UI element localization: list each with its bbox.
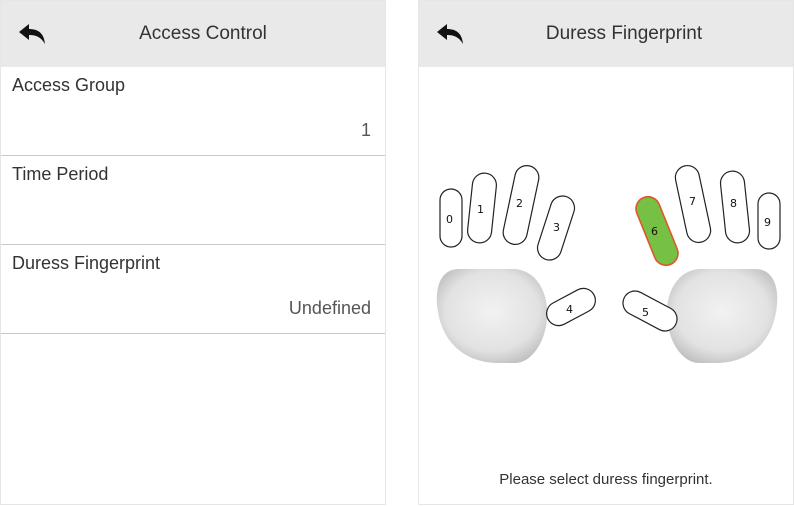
left-palm — [436, 269, 548, 363]
menu-item-value: Undefined — [288, 298, 371, 318]
hands-diagram: 0 1 2 3 4 5 6 7 8 9 — [436, 163, 781, 363]
finger-label: 6 — [651, 225, 658, 238]
menu-item-time-period[interactable]: Time Period — [1, 156, 385, 245]
finger-4[interactable]: 4 — [542, 284, 599, 330]
finger-label: 7 — [689, 195, 696, 208]
page-title: Duress Fingerprint — [545, 23, 703, 44]
back-button[interactable] — [435, 21, 465, 47]
finger-label: 3 — [553, 221, 560, 234]
duress-fingerprint-screen: 0 1 2 3 4 5 6 7 8 9 Duress Fingerprint P… — [418, 0, 794, 505]
access-control-screen: Access Control Access Group 1 Time Perio… — [0, 0, 386, 505]
finger-label: 4 — [566, 303, 573, 316]
menu-item-label: Access Group — [12, 75, 126, 95]
back-arrow-icon — [437, 24, 463, 44]
menu-item-label: Time Period — [12, 164, 109, 184]
finger-1[interactable]: 1 — [466, 172, 498, 244]
finger-label: 5 — [642, 306, 649, 319]
finger-6-selected[interactable]: 6 — [632, 193, 681, 269]
menu-item-duress-fingerprint[interactable]: Duress Fingerprint Undefined — [1, 245, 385, 334]
menu-item-access-group[interactable]: Access Group 1 — [1, 67, 385, 156]
right-palm — [666, 269, 778, 363]
finger-label: 0 — [446, 213, 453, 226]
finger-2[interactable]: 2 — [501, 163, 541, 246]
finger-label: 9 — [764, 216, 771, 229]
finger-label: 8 — [730, 197, 737, 210]
page-title: Access Control — [139, 23, 267, 44]
instruction-text: Please select duress fingerprint. — [499, 471, 713, 488]
finger-label: 1 — [477, 203, 484, 216]
menu-item-value: 1 — [360, 120, 371, 140]
header-bar: Access Control — [1, 1, 385, 67]
header-bar: Duress Fingerprint — [419, 1, 793, 67]
finger-8[interactable]: 8 — [719, 170, 751, 244]
finger-9[interactable]: 9 — [757, 192, 781, 250]
menu-item-label: Duress Fingerprint — [12, 253, 161, 273]
finger-3[interactable]: 3 — [534, 193, 577, 263]
back-arrow-icon — [19, 24, 45, 44]
finger-label: 2 — [516, 197, 523, 210]
back-button[interactable] — [17, 21, 47, 47]
finger-0[interactable]: 0 — [439, 188, 463, 248]
finger-7[interactable]: 7 — [673, 163, 713, 244]
